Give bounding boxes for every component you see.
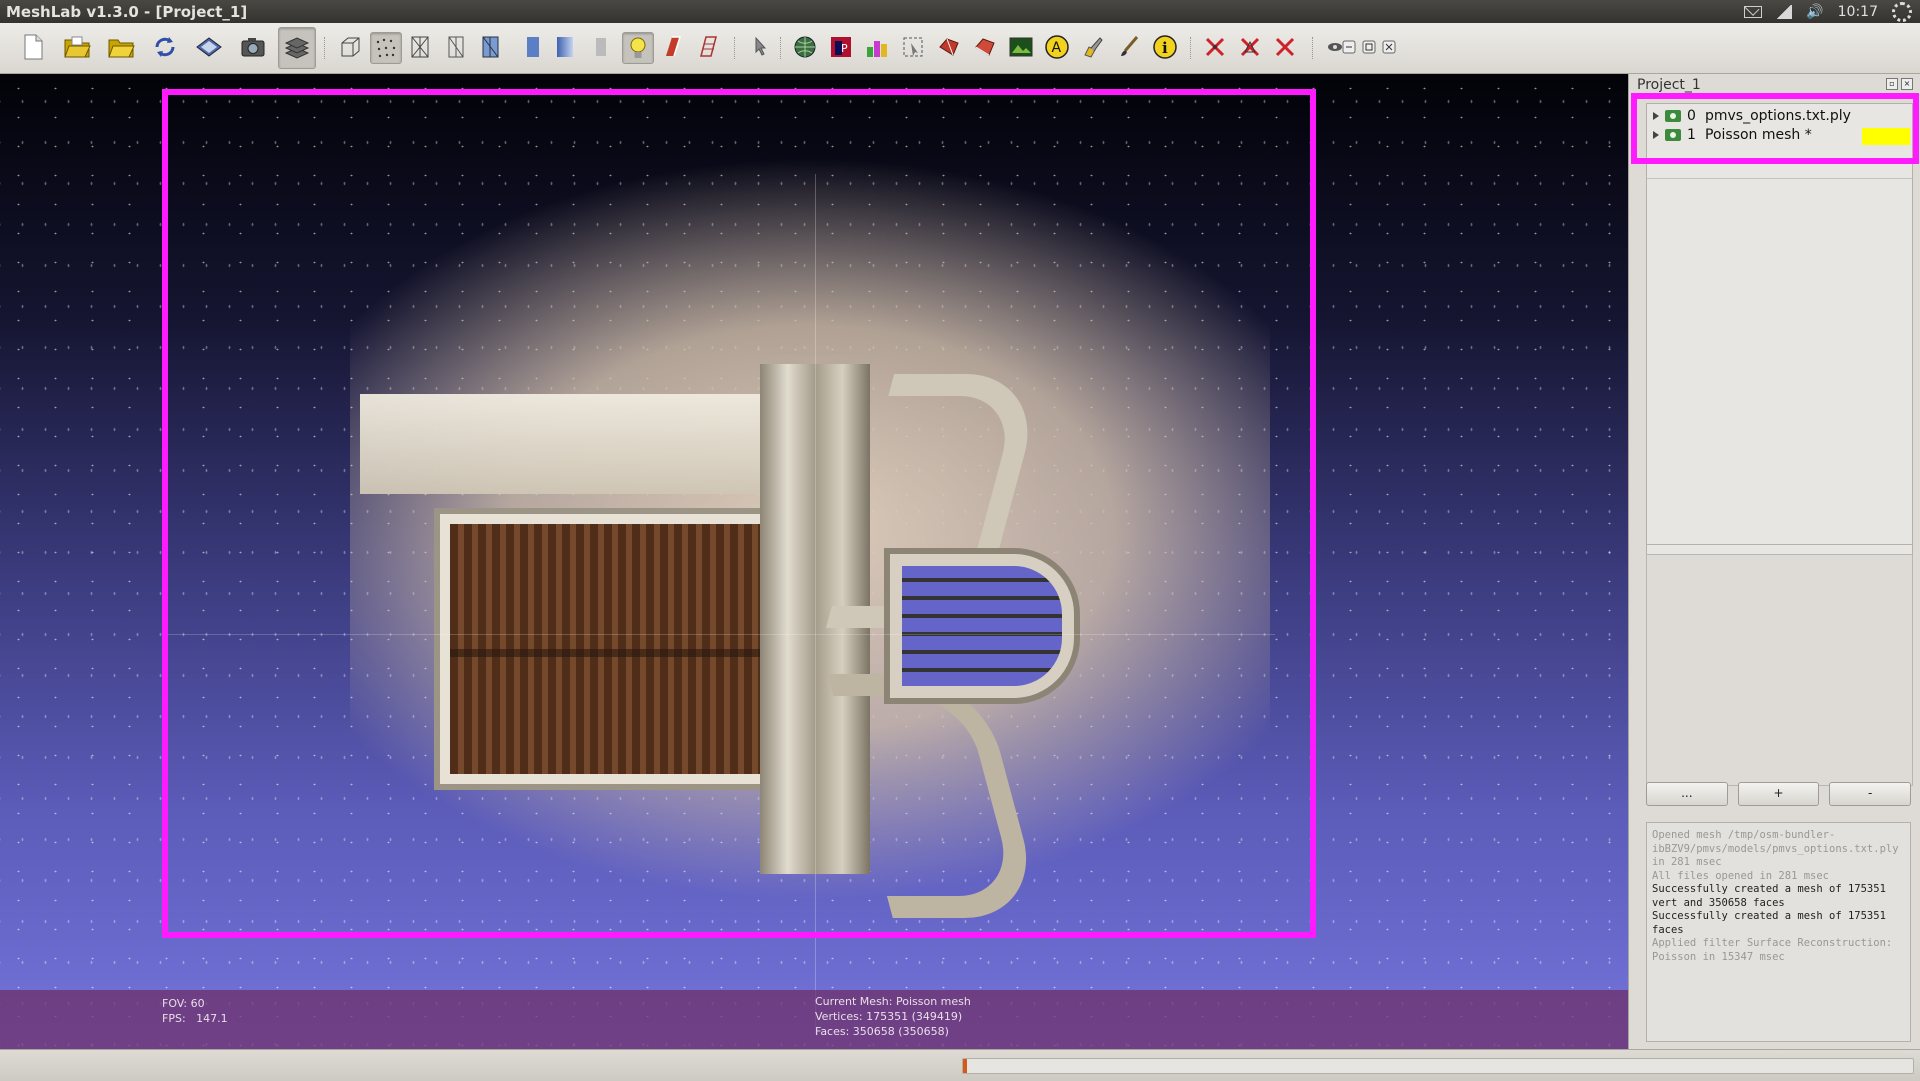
viewport-info-overlay: FOV: 60 FPS: 147.1 Current Mesh: Poisson… xyxy=(0,990,1628,1049)
brush-icon[interactable] xyxy=(1114,32,1144,62)
window-close-icon[interactable] xyxy=(1380,32,1398,62)
snapshot-camera-icon[interactable] xyxy=(238,32,268,62)
svg-text:A: A xyxy=(1052,40,1062,56)
svg-text:i: i xyxy=(1162,39,1168,57)
delete-selected-vertices-icon[interactable] xyxy=(1200,32,1230,62)
panel-title: Project_1 xyxy=(1637,77,1701,93)
fancy-light-icon[interactable] xyxy=(694,32,724,62)
volume-icon[interactable]: 🔊 xyxy=(1806,4,1823,20)
layer-tree[interactable]: 0 pmvs_options.txt.ply 1 Poisson mesh * xyxy=(1646,103,1913,620)
render-flat-icon[interactable] xyxy=(518,32,548,62)
pick-icon[interactable] xyxy=(745,32,775,62)
annotation-a-icon[interactable]: A xyxy=(1042,32,1072,62)
select-connected-icon[interactable] xyxy=(970,32,1000,62)
layer-buttons: ... + - xyxy=(1646,782,1912,808)
progress-bar xyxy=(962,1058,1914,1074)
delete-selected-faces-icon[interactable] xyxy=(1235,32,1265,62)
tree-divider xyxy=(1647,178,1912,179)
mail-icon[interactable] xyxy=(1744,6,1763,18)
raster-icon[interactable] xyxy=(1006,32,1036,62)
info-icon[interactable]: i xyxy=(1150,32,1180,62)
render-hiddenlines-icon[interactable] xyxy=(440,32,470,62)
window-title-bar: MeshLab v1.3.0 - [Project_1] 🔊 10:17 xyxy=(0,0,1920,23)
panel-window-controls: ▫ × xyxy=(1886,78,1913,90)
system-tray: 🔊 10:17 xyxy=(1744,2,1912,22)
paint-icon[interactable] xyxy=(1078,32,1108,62)
status-bar xyxy=(0,1049,1920,1081)
fov-readout: FOV: 60 xyxy=(162,997,205,1010)
log-window[interactable]: Opened mesh /tmp/osm-bundler-ibBZV9/pmvs… xyxy=(1646,822,1911,1042)
open-project-icon[interactable] xyxy=(62,32,92,62)
log-line: Applied filter Surface Reconstruction: P… xyxy=(1652,937,1899,963)
progress-fill xyxy=(963,1059,967,1073)
clock[interactable]: 10:17 xyxy=(1838,4,1878,20)
window-title: MeshLab v1.3.0 - [Project_1] xyxy=(6,3,248,21)
window-minimize-icon[interactable] xyxy=(1340,32,1358,62)
render-bbox-icon[interactable] xyxy=(335,32,365,62)
window-restore-icon[interactable] xyxy=(1360,32,1378,62)
log-line: All files opened in 281 msec xyxy=(1652,869,1830,882)
more-button[interactable]: ... xyxy=(1646,782,1728,806)
select-vertices-icon[interactable] xyxy=(898,32,928,62)
decorate-globe-icon[interactable] xyxy=(790,32,820,62)
double-side-light-icon[interactable] xyxy=(658,32,688,62)
fps-readout: FPS: 147.1 xyxy=(162,1012,228,1025)
render-flatlines-icon[interactable] xyxy=(475,32,505,62)
render-points-icon[interactable] xyxy=(370,32,402,64)
light-on-icon[interactable] xyxy=(622,32,654,64)
main-toolbar: P A i xyxy=(0,23,1920,74)
decorate-color-icon[interactable]: P xyxy=(826,32,856,62)
new-project-icon[interactable] xyxy=(18,32,48,62)
render-texture-icon[interactable] xyxy=(586,32,616,62)
settings-gear-icon[interactable] xyxy=(1892,2,1912,22)
vertices-readout: Vertices: 175351 (349419) xyxy=(815,1010,963,1023)
layers-icon[interactable] xyxy=(278,27,316,69)
log-line: Successfully created a mesh of 175351 fa… xyxy=(1652,910,1893,936)
open-mesh-icon[interactable] xyxy=(106,32,136,62)
layer-dialog: Project_1 ▫ × 0 pmvs_options.txt.ply 1 P… xyxy=(1628,74,1920,1049)
add-button[interactable]: + xyxy=(1737,782,1820,806)
panel-float-icon[interactable]: ▫ xyxy=(1886,78,1898,90)
log-line: Successfully created a mesh of 175351 ve… xyxy=(1652,883,1893,909)
viewport-highlight-box xyxy=(162,89,1316,938)
log-line: Opened mesh /tmp/osm-bundler-ibBZV9/pmvs… xyxy=(1652,829,1905,868)
current-mesh-readout: Current Mesh: Poisson mesh xyxy=(815,995,971,1008)
network-icon[interactable] xyxy=(1776,5,1793,19)
reload-icon[interactable] xyxy=(150,32,180,62)
layer-highlight-box xyxy=(1631,93,1919,164)
faces-readout: Faces: 350658 (350658) xyxy=(815,1025,949,1038)
render-wireframe-icon[interactable] xyxy=(405,32,435,62)
panel-close-icon[interactable]: × xyxy=(1901,78,1913,90)
save-snapshot-disk-icon[interactable] xyxy=(194,32,224,62)
render-stats: FOV: 60 FPS: 147.1 xyxy=(162,996,228,1026)
tree-divider xyxy=(1647,544,1912,545)
remove-button[interactable]: - xyxy=(1829,782,1912,806)
decorator-params-area xyxy=(1646,554,1913,786)
svg-text:P: P xyxy=(841,42,848,55)
mesh-stats: Current Mesh: Poisson mesh Vertices: 175… xyxy=(815,994,971,1039)
select-faces-icon[interactable] xyxy=(934,32,964,62)
render-smooth-icon[interactable] xyxy=(550,32,580,62)
delete-selection-icon[interactable] xyxy=(1270,32,1300,62)
measure-tool-icon[interactable] xyxy=(862,32,892,62)
